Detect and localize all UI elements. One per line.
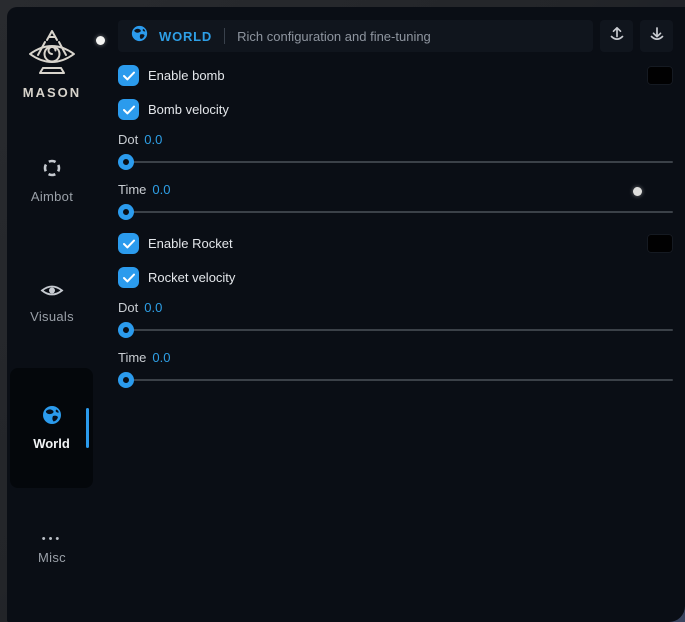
page-title: WORLD — [159, 29, 212, 44]
download-icon — [648, 25, 666, 48]
slider-thumb[interactable] — [118, 204, 134, 220]
check-icon — [123, 239, 135, 249]
slider-value: 0.0 — [152, 182, 170, 197]
ellipsis-icon: ••• — [42, 533, 63, 545]
sidebar-item-label: World — [33, 436, 70, 451]
setting-row-bomb-velocity: Bomb velocity — [118, 99, 673, 120]
check-icon — [123, 71, 135, 81]
slider-value: 0.0 — [152, 350, 170, 365]
slider-thumb[interactable] — [118, 372, 134, 388]
setting-row-rocket-time: Time 0.0 — [118, 351, 673, 388]
bomb-dot-slider[interactable] — [118, 154, 673, 170]
setting-row-bomb-dot: Dot 0.0 — [118, 133, 673, 170]
main-content: WORLD Rich configuration and fine-tuning — [118, 20, 673, 401]
export-config-button[interactable] — [600, 20, 633, 52]
slider-label: Dot 0.0 — [118, 133, 673, 147]
divider — [224, 28, 225, 44]
slider-name: Time — [118, 182, 146, 197]
setting-row-enable-bomb: Enable bomb — [118, 65, 673, 86]
check-icon — [123, 105, 135, 115]
slider-label: Time 0.0 — [118, 183, 673, 197]
rocket-time-slider[interactable] — [118, 372, 673, 388]
sidebar-item-aimbot[interactable]: Aimbot — [7, 157, 97, 204]
check-icon — [123, 273, 135, 283]
setting-row-bomb-time: Time 0.0 — [118, 183, 673, 220]
active-tab-indicator — [86, 408, 89, 448]
page-subtitle: Rich configuration and fine-tuning — [237, 29, 431, 44]
sidebar-item-label: Misc — [38, 550, 66, 565]
bomb-time-slider[interactable] — [118, 204, 673, 220]
slider-name: Dot — [118, 132, 138, 147]
cursor-dot — [633, 187, 642, 196]
sidebar-item-world[interactable]: World — [10, 368, 93, 488]
enable-rocket-checkbox[interactable] — [118, 233, 139, 254]
import-config-button[interactable] — [640, 20, 673, 52]
checkbox-label: Enable Rocket — [148, 236, 233, 251]
sidebar: MASON Aimbot Visuals — [7, 7, 97, 622]
rocket-color-swatch[interactable] — [647, 234, 673, 253]
app-window: MASON Aimbot Visuals — [7, 7, 685, 622]
slider-track[interactable] — [118, 329, 673, 331]
setting-row-rocket-velocity: Rocket velocity — [118, 267, 673, 288]
slider-value: 0.0 — [144, 300, 162, 315]
slider-track[interactable] — [118, 211, 673, 213]
globe-icon — [42, 405, 62, 430]
checkbox-label: Enable bomb — [148, 68, 225, 83]
slider-track[interactable] — [118, 161, 673, 163]
setting-row-enable-rocket: Enable Rocket — [118, 233, 673, 254]
setting-row-rocket-dot: Dot 0.0 — [118, 301, 673, 338]
checkbox-label: Rocket velocity — [148, 270, 235, 285]
slider-label: Time 0.0 — [118, 351, 673, 365]
upload-icon — [608, 25, 626, 48]
slider-name: Time — [118, 350, 146, 365]
slider-thumb[interactable] — [118, 322, 134, 338]
all-seeing-eye-logo-icon — [26, 28, 78, 80]
sidebar-item-visuals[interactable]: Visuals — [7, 282, 97, 324]
sidebar-item-label: Visuals — [30, 309, 74, 324]
sidebar-item-misc[interactable]: ••• Misc — [7, 533, 97, 565]
enable-bomb-checkbox[interactable] — [118, 65, 139, 86]
sidebar-item-label: Aimbot — [31, 189, 73, 204]
crosshair-icon — [41, 157, 63, 184]
rocket-velocity-checkbox[interactable] — [118, 267, 139, 288]
brand-name: MASON — [23, 85, 81, 100]
eye-icon — [40, 282, 64, 304]
slider-track[interactable] — [118, 379, 673, 381]
checkbox-label: Bomb velocity — [148, 102, 229, 117]
rocket-dot-slider[interactable] — [118, 322, 673, 338]
app-logo: MASON — [7, 28, 97, 100]
slider-name: Dot — [118, 300, 138, 315]
bomb-velocity-checkbox[interactable] — [118, 99, 139, 120]
slider-value: 0.0 — [144, 132, 162, 147]
slider-label: Dot 0.0 — [118, 301, 673, 315]
cursor-dot — [96, 36, 105, 45]
slider-thumb[interactable] — [118, 154, 134, 170]
page-header: WORLD Rich configuration and fine-tuning — [118, 20, 673, 52]
bomb-color-swatch[interactable] — [647, 66, 673, 85]
globe-icon — [131, 25, 148, 47]
title-bar: WORLD Rich configuration and fine-tuning — [118, 20, 593, 52]
